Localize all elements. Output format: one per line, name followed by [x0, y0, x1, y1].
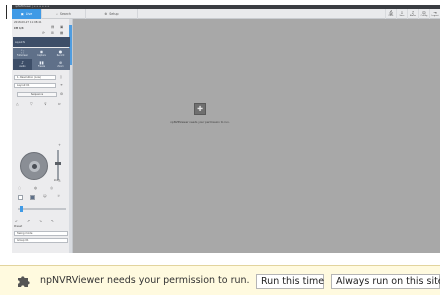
tile-capture-label: Capture	[37, 54, 46, 57]
tile-record-label: Record	[56, 54, 65, 57]
config-button[interactable]: ☺ Config	[418, 9, 429, 19]
ptz-center[interactable]	[29, 161, 40, 172]
gear-icon: ⚙	[104, 12, 108, 16]
zoom-slider[interactable]	[57, 150, 59, 180]
video-area	[73, 19, 440, 253]
focus-far-icon[interactable]: ◍	[34, 186, 37, 190]
tilt-icon[interactable]: ⊽	[44, 102, 47, 106]
logout-label: Logout	[431, 15, 439, 17]
pan-icon[interactable]: ⊳	[58, 102, 61, 106]
tile-audio[interactable]: ♪ Audio	[13, 59, 32, 70]
move-down-icon[interactable]: ▽	[30, 102, 33, 106]
iris-icon[interactable]: ◎	[50, 186, 53, 190]
live-control-panel: 2018-09-27 11:08:41 CH 1/4 ▤ ▣ ⟳ ⊞ ▦ Lay…	[12, 19, 73, 253]
auto-focus-checkbox[interactable]	[18, 195, 23, 200]
ptz-joystick[interactable]	[20, 152, 48, 180]
tile-fullscreen-label: Fullscreen	[16, 54, 28, 57]
datetime-readout: 2018-09-27 11:08:41	[14, 21, 42, 24]
app-header: npNVRViewer | ≡ ≡ ≡ ≡ ≡ ≡ ▣ Live ⌕ Searc…	[12, 5, 440, 19]
tab-search-label: Search	[59, 12, 71, 16]
logout-button[interactable]: ⇥ Logout	[429, 9, 440, 19]
tile-fullscreen[interactable]: ⛶ Fullscreen	[13, 48, 32, 59]
search-icon: ⌕	[56, 12, 58, 16]
swing-select[interactable]: Swing mode	[14, 231, 68, 236]
run-this-time-button[interactable]: Run this time	[256, 274, 324, 289]
puzzle-piece-icon[interactable]: ✚	[194, 103, 206, 115]
speed-slider[interactable]	[18, 208, 66, 210]
tile-record[interactable]: ● Record	[51, 48, 70, 59]
tile-audio-label: Audio	[19, 65, 26, 68]
tab-search[interactable]: ⌕ Search	[42, 9, 86, 19]
tile-zoom-label: Zoom	[57, 65, 64, 68]
zoom-slider-handle[interactable]	[55, 162, 61, 165]
speed-slider-handle[interactable]	[20, 206, 23, 212]
sequence-button[interactable]: Sequence	[17, 92, 57, 97]
layout-label: Layout N	[15, 40, 25, 44]
grid-icon[interactable]: ▦	[60, 31, 63, 35]
config-label: Config	[420, 15, 428, 17]
move-up-icon[interactable]: △	[16, 102, 19, 106]
preset-icon-4[interactable]: ↖	[51, 219, 54, 223]
always-run-button[interactable]: Always run on this site	[331, 274, 440, 289]
sequence-settings-icon[interactable]: ⚙	[60, 92, 63, 96]
link-icon[interactable]: ⚭	[60, 83, 63, 87]
plugin-message: npNVRViewer needs your permission to run…	[170, 120, 230, 124]
zoom-label: Zoom	[54, 179, 61, 182]
group-select[interactable]: Group 01	[14, 238, 68, 243]
layout-select[interactable]: Layout 01	[14, 83, 56, 88]
tab-live-label: Live	[25, 12, 33, 16]
browser-screenshot: npNVRViewer | ≡ ≡ ≡ ≡ ≡ ≡ ▣ Live ⌕ Searc…	[6, 5, 440, 253]
ptz-handle[interactable]	[32, 164, 37, 169]
tile-freeze[interactable]: ▮▮ Freeze	[32, 59, 51, 70]
save-label: Save	[399, 15, 405, 17]
camera-icon: ▣	[20, 12, 24, 16]
one-shot-button[interactable]	[30, 195, 35, 200]
tab-setup-label: Setup	[109, 12, 119, 16]
print-label: Print	[388, 15, 394, 17]
header-toolbar: ⎙ Print ⇩ Save ♫ Alarm ☺ Config ⇥ Logout	[385, 9, 440, 19]
alarm-label: Alarm	[409, 15, 417, 17]
refresh-icon[interactable]: ⟳	[42, 31, 45, 35]
profile-select[interactable]: 1. Resolution (Low)	[14, 75, 56, 80]
camera-icon[interactable]: ▣	[60, 25, 63, 29]
person-icon[interactable]: ☺	[43, 194, 47, 198]
alarm-button[interactable]: ♫ Alarm	[407, 9, 418, 19]
document-icon[interactable]: ▯	[60, 75, 62, 79]
preset-label: Preset	[14, 225, 23, 228]
channel-indicator: CH 1/4	[14, 27, 24, 30]
plugin-permission-bar: npNVRViewer needs your permission to run…	[0, 265, 440, 295]
split-screen-icon[interactable]: ⊞	[51, 31, 54, 35]
folder-icon[interactable]: ▤	[51, 25, 54, 29]
save-button[interactable]: ⇩ Save	[396, 9, 407, 19]
layout-selector[interactable]: Layout N	[13, 37, 70, 47]
tile-zoom[interactable]: ⊕ Zoom	[51, 59, 70, 70]
tab-live[interactable]: ▣ Live	[12, 9, 42, 19]
main-tabs: ▣ Live ⌕ Search ⚙ Setup	[12, 9, 138, 19]
tile-capture[interactable]: ◉ Capture	[32, 48, 51, 59]
print-button[interactable]: ⎙ Print	[385, 9, 396, 19]
light-icon[interactable]: ☼	[57, 194, 60, 198]
permission-message: npNVRViewer needs your permission to run…	[40, 275, 250, 286]
preset-icon-2[interactable]: ↗	[27, 219, 30, 223]
puzzle-piece-icon	[17, 275, 30, 287]
tab-setup[interactable]: ⚙ Setup	[86, 9, 138, 19]
focus-near-icon[interactable]: ◌	[18, 186, 21, 190]
preset-icon-3[interactable]: ↘	[39, 219, 42, 223]
preset-icon-1[interactable]: ↙	[15, 219, 18, 223]
tile-freeze-label: Freeze	[37, 65, 46, 68]
zoom-in-icon[interactable]: +	[58, 143, 61, 147]
